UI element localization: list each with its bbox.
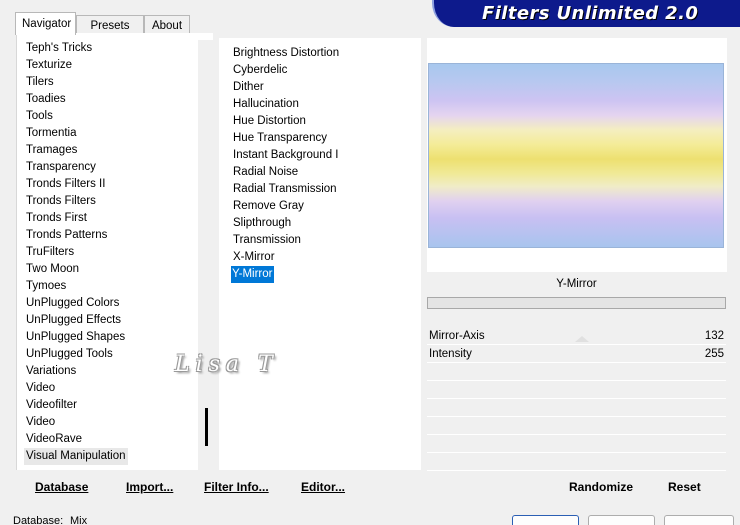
editor-button[interactable]: Editor...	[301, 479, 345, 495]
param-value: 255	[704, 348, 724, 360]
filter-item[interactable]: Hallucination	[232, 96, 421, 113]
filter-item[interactable]: X-Mirror	[232, 249, 421, 266]
param-label: Intensity	[429, 348, 472, 360]
empty-param-row	[427, 400, 726, 417]
category-item[interactable]: UnPlugged Shapes	[25, 329, 213, 346]
empty-param-row	[427, 382, 726, 399]
tab-navigator[interactable]: Navigator	[15, 12, 76, 35]
status-label: Database:	[13, 515, 64, 525]
filter-item[interactable]: Slipthrough	[232, 215, 421, 232]
tab-presets[interactable]: Presets	[76, 15, 144, 34]
scrollbar-thumb[interactable]	[205, 408, 208, 446]
filter-item[interactable]: Transmission	[232, 232, 421, 249]
left-button-bar: Database Import... Filter Info... Editor…	[16, 472, 421, 500]
empty-param-row	[427, 454, 726, 471]
param-row-mirror-axis[interactable]: Mirror-Axis 132	[427, 328, 726, 345]
category-item[interactable]: Texturize	[25, 57, 213, 74]
category-item[interactable]: Tronds Filters	[25, 193, 213, 210]
param-label: Mirror-Axis	[429, 330, 485, 342]
category-item[interactable]: Tymoes	[25, 278, 213, 295]
category-item[interactable]: UnPlugged Effects	[25, 312, 213, 329]
filter-list-panel[interactable]: Brightness Distortion Cyberdelic Dither Hal…	[219, 38, 421, 470]
category-list[interactable]: Teph's Tricks Texturize Tilers Toadies Tools…	[24, 40, 213, 465]
parameter-panel: Mirror-Axis 132 Intensity 255	[427, 328, 726, 471]
help-button[interactable]	[664, 515, 734, 525]
app-banner: Filters Unlimited 2.0	[432, 0, 740, 27]
empty-param-row	[427, 418, 726, 435]
category-item[interactable]: Videofilter	[25, 397, 213, 414]
empty-param-row	[427, 364, 726, 381]
category-item[interactable]: TruFilters	[25, 244, 213, 261]
filter-item[interactable]: Hue Transparency	[232, 130, 421, 147]
filter-item[interactable]: Instant Background I	[232, 147, 421, 164]
category-item[interactable]: Tramages	[25, 142, 213, 159]
selected-filter-name: Y-Mirror	[427, 275, 726, 294]
category-item[interactable]: UnPlugged Colors	[25, 295, 213, 312]
app-title: Filters Unlimited 2.0	[482, 3, 699, 24]
filter-item[interactable]: Hue Distortion	[232, 113, 421, 130]
database-button[interactable]: Database	[35, 479, 88, 495]
category-scrollbar[interactable]	[198, 40, 216, 470]
param-row-intensity[interactable]: Intensity 255	[427, 346, 726, 363]
category-item[interactable]: Tilers	[25, 74, 213, 91]
filter-list[interactable]: Brightness Distortion Cyberdelic Dither Hal…	[231, 45, 421, 283]
slider-marker-icon[interactable]	[575, 336, 589, 342]
category-item[interactable]: Tools	[25, 108, 213, 125]
tab-about[interactable]: About	[144, 15, 190, 34]
filter-item[interactable]: Dither	[232, 79, 421, 96]
category-item[interactable]: Transparency	[25, 159, 213, 176]
apply-button[interactable]	[512, 515, 579, 525]
category-list-panel[interactable]: Teph's Tricks Texturize Tilers Toadies Tools…	[16, 33, 213, 470]
cancel-button[interactable]	[588, 515, 655, 525]
randomize-button[interactable]: Randomize	[569, 479, 633, 495]
right-button-bar: Randomize Reset	[427, 472, 726, 500]
category-item[interactable]: Visual Manipulation	[24, 448, 128, 465]
category-item[interactable]: Tormentia	[25, 125, 213, 142]
category-item[interactable]: Two Moon	[25, 261, 213, 278]
import-button[interactable]: Import...	[126, 479, 173, 495]
param-value: 132	[704, 330, 724, 342]
category-item[interactable]: Tronds Filters II	[25, 176, 213, 193]
category-item[interactable]: VideoRave	[25, 431, 213, 448]
category-item[interactable]: Video	[25, 414, 213, 431]
empty-param-row	[427, 436, 726, 453]
reset-button[interactable]: Reset	[668, 479, 701, 495]
preview-image	[428, 63, 724, 248]
progress-bar	[427, 297, 726, 309]
preview-panel	[427, 38, 727, 272]
category-item[interactable]: Video	[25, 380, 213, 397]
filter-info-button[interactable]: Filter Info...	[204, 479, 269, 495]
filter-item[interactable]: Cyberdelic	[232, 62, 421, 79]
filter-item[interactable]: Y-Mirror	[231, 266, 275, 283]
category-item[interactable]: Tronds Patterns	[25, 227, 213, 244]
filter-item[interactable]: Remove Gray	[232, 198, 421, 215]
filter-item[interactable]: Radial Transmission	[232, 181, 421, 198]
status-value: Mix	[70, 515, 88, 525]
watermark-signature: Lisa T	[175, 352, 279, 377]
category-item[interactable]: Toadies	[25, 91, 213, 108]
category-item[interactable]: Teph's Tricks	[25, 40, 213, 57]
category-item[interactable]: Tronds First	[25, 210, 213, 227]
filter-item[interactable]: Brightness Distortion	[232, 45, 421, 62]
filter-item[interactable]: Radial Noise	[232, 164, 421, 181]
